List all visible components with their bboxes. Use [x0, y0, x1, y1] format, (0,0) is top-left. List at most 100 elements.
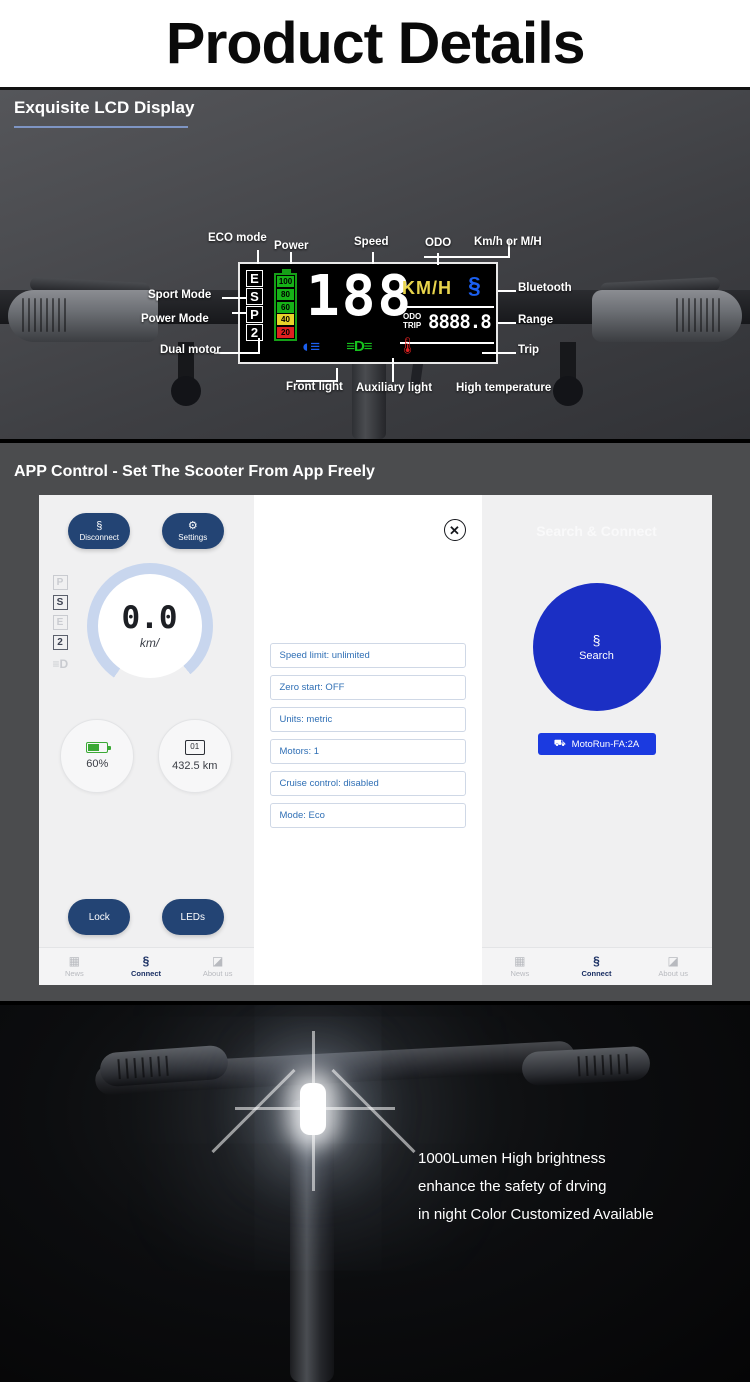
callout-speed: Speed [354, 236, 389, 248]
search-label: Search [579, 649, 614, 662]
battery-percent: 60% [86, 758, 109, 770]
setting-mode[interactable]: Mode: Eco [269, 803, 466, 828]
nav-item-news[interactable]: ▦ News [39, 948, 111, 985]
lcd-divider-top [400, 306, 494, 308]
lcd-odo-label: ODO [403, 312, 422, 321]
lcd-mode-2: 2 [246, 324, 263, 341]
battery-level-80: 80 [277, 288, 294, 300]
headlight-description: 1000Lumen High brightness enhance the sa… [418, 1145, 654, 1229]
battery-level-60: 60 [277, 301, 294, 313]
callout-front-light: Front light [286, 381, 343, 393]
callout-auxiliary-light: Auxiliary light [356, 382, 433, 394]
search-button[interactable]: § Search [532, 583, 661, 711]
battery-level-100: 100 [277, 276, 294, 287]
battery-level-20: 20 [277, 327, 294, 338]
nav-label-connect: Connect [131, 969, 161, 978]
callout-trip: Trip [518, 344, 540, 356]
lcd-speed-value: 188 [306, 264, 414, 329]
gear-icon: ⚙ [187, 519, 198, 532]
bluetooth-icon: § [593, 954, 600, 968]
lcd-battery-gauge: 100 80 60 40 20 [274, 269, 297, 341]
lcd-heading-underline [14, 126, 188, 128]
device-name: MotoRun-FA:2A [571, 738, 640, 750]
lcd-section-heading: Exquisite LCD Display [14, 98, 195, 117]
leds-button[interactable]: LEDs [161, 899, 224, 935]
app-screen-dashboard: § Disconnect ⚙ Settings P S E 2 ≡D 0.0 k… [38, 495, 254, 985]
callout-high-temperature: High temperature [456, 382, 552, 394]
callout-odo: ODO [425, 237, 452, 249]
lock-button[interactable]: Lock [68, 899, 131, 935]
nav-item-about[interactable]: ◪ About us [182, 948, 254, 985]
lcd-mode-e: E [246, 270, 263, 287]
lcd-display-section: Exquisite LCD Display E S P 2 100 80 60 … [0, 90, 750, 439]
bluetooth-icon: § [592, 631, 601, 648]
callout-power-mode: Power Mode [141, 313, 209, 325]
headlight-line-1: 1000Lumen High brightness [418, 1150, 606, 1167]
callout-unit: Km/h or M/H [474, 236, 542, 248]
lcd-mode-p: P [246, 306, 263, 323]
lcd-unit-label: KM/H [402, 278, 452, 298]
bottom-navigation-right: ▦ News § Connect ◪ About us [481, 947, 712, 985]
app-mode-e[interactable]: E [52, 615, 68, 630]
app-mode-p[interactable]: P [52, 575, 68, 590]
settings-list: Speed limit: unlimited Zero start: OFF U… [254, 495, 482, 828]
nav-label-news: News [64, 969, 84, 978]
handlebar-grip-right [592, 290, 742, 342]
headlight-icon: ◖≡ [300, 337, 321, 356]
disconnect-button[interactable]: § Disconnect [68, 513, 131, 549]
page-title-bar: Product Details [0, 0, 750, 90]
lock-label: Lock [88, 911, 110, 923]
nav-label-connect: Connect [581, 969, 612, 978]
lcd-range-value: 8888.8 [428, 311, 492, 333]
app-mode-2[interactable]: 2 [52, 635, 68, 650]
speed-value: 0.0 [121, 599, 178, 636]
bluetooth-off-icon: § [96, 519, 103, 532]
news-icon: ▦ [514, 954, 526, 968]
settings-label: Settings [178, 532, 208, 542]
callout-range: Range [518, 314, 554, 326]
callout-bluetooth: Bluetooth [518, 282, 572, 294]
setting-units[interactable]: Units: metric [269, 707, 466, 732]
dashboard-top-buttons: § Disconnect ⚙ Settings [39, 495, 254, 549]
settings-button[interactable]: ⚙ Settings [161, 513, 224, 549]
scooter-icon: ⛟ [553, 738, 566, 749]
setting-speed-limit[interactable]: Speed limit: unlimited [269, 643, 466, 668]
nav-item-news[interactable]: ▦ News [482, 948, 559, 985]
nav-item-connect[interactable]: § Connect [110, 948, 182, 985]
leds-label: LEDs [180, 911, 205, 923]
battery-card: 60% [60, 719, 135, 793]
app-screens: § Disconnect ⚙ Settings P S E 2 ≡D 0.0 k… [0, 495, 750, 985]
lcd-mode-indicators: E S P 2 [246, 270, 263, 341]
app-section-heading: APP Control - Set The Scooter From App F… [14, 463, 375, 480]
lcd-status-icons: ◖≡ ≡D≡ 🌡 [300, 338, 418, 355]
nav-item-connect[interactable]: § Connect [558, 948, 635, 985]
setting-cruise-control[interactable]: Cruise control: disabled [269, 771, 466, 796]
nav-item-about[interactable]: ◪ About us [635, 948, 712, 985]
app-screen-search: Search & Connect § Search ⛟ MotoRun-FA:2… [481, 495, 712, 985]
speed-gauge-area: P S E 2 ≡D 0.0 km/ [39, 561, 254, 701]
nav-label-news: News [510, 969, 530, 978]
stat-cards: 60% 01 432.5 km [39, 701, 254, 793]
app-mode-s[interactable]: S [52, 595, 68, 610]
callout-dual-motor: Dual motor [160, 344, 221, 356]
lcd-odo-trip-label: ODO TRIP [403, 312, 421, 330]
speed-unit: km/ [139, 635, 160, 650]
device-result-button[interactable]: ⛟ MotoRun-FA:2A [537, 733, 656, 755]
setting-zero-start[interactable]: Zero start: OFF [269, 675, 466, 700]
search-connect-title: Search & Connect [536, 523, 657, 539]
callout-sport-mode: Sport Mode [148, 289, 212, 301]
odometer-icon: 01 [184, 740, 205, 755]
dashboard-bottom-buttons: Lock LEDs [39, 899, 254, 935]
mirror-cap-left [171, 376, 201, 406]
lcd-trip-label: TRIP [403, 321, 422, 330]
lcd-mode-s: S [246, 288, 263, 305]
battery-level-40: 40 [277, 314, 294, 326]
headlight-icon[interactable]: ≡D [53, 658, 69, 673]
nav-label-about: About us [658, 969, 688, 978]
close-icon[interactable]: ✕ [443, 519, 466, 541]
handlebar-grip-right [521, 1045, 651, 1087]
setting-motors[interactable]: Motors: 1 [269, 739, 466, 764]
bluetooth-icon: § [142, 954, 150, 968]
disconnect-label: Disconnect [79, 532, 120, 542]
news-icon: ▦ [68, 954, 80, 968]
